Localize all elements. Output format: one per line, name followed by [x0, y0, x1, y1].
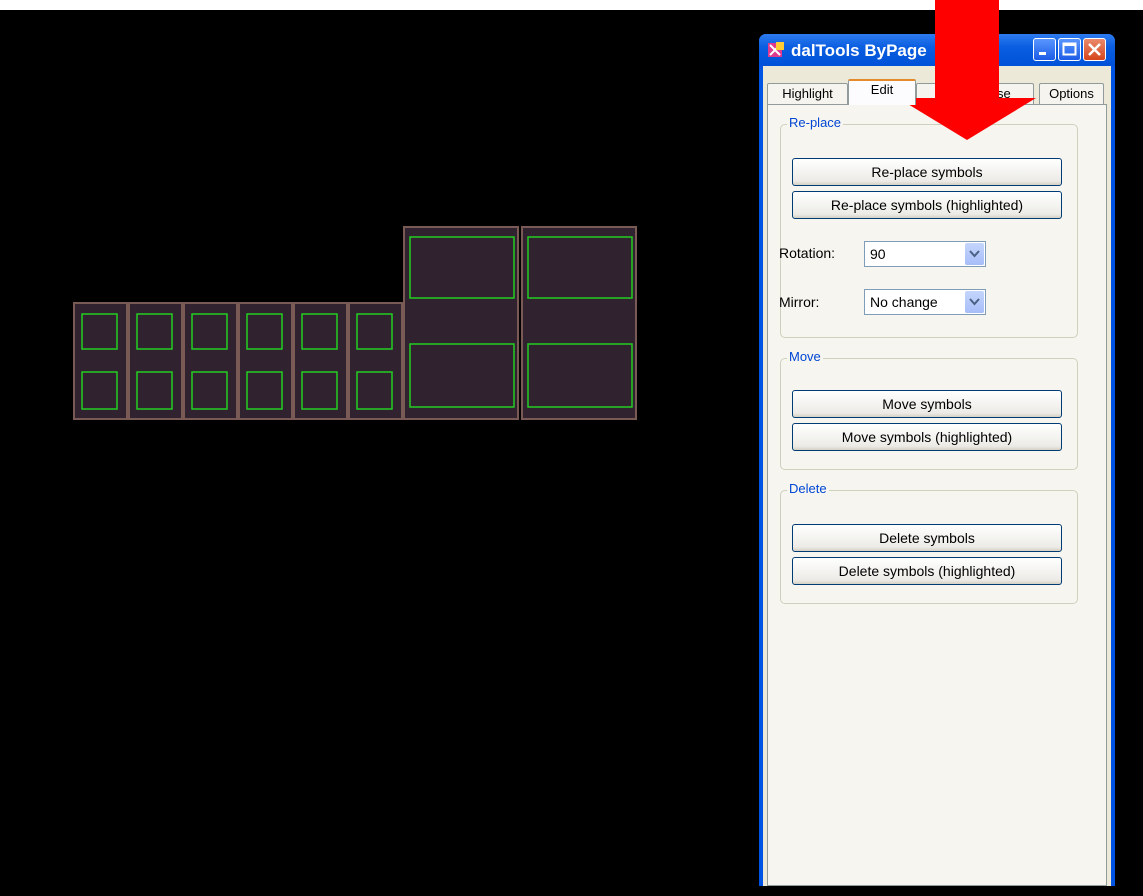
mirror-dropdown-button[interactable] [965, 291, 984, 313]
move-group-label: Move [787, 349, 823, 364]
chevron-down-icon [969, 298, 980, 306]
delete-symbols-highlighted-button[interactable]: Delete symbols (highlighted) [792, 557, 1062, 585]
rotation-label: Rotation: [779, 245, 836, 261]
tab-edit[interactable]: Edit [848, 79, 916, 105]
chevron-down-icon [969, 250, 980, 258]
delete-group: Delete Delete symbols Delete symbols (hi… [780, 481, 1078, 604]
move-symbols-highlighted-button[interactable]: Move symbols (highlighted) [792, 423, 1062, 451]
delete-group-label: Delete [787, 481, 829, 496]
rotation-select[interactable]: 90 [864, 241, 986, 267]
red-arrow-icon [898, 0, 1036, 140]
rotation-dropdown-button[interactable] [965, 243, 984, 265]
mirror-label: Mirror: [779, 294, 820, 310]
mirror-value: No change [870, 294, 938, 310]
edit-tab-panel: Re-place Re-place symbols Re-place symbo… [767, 104, 1107, 886]
delete-symbols-button[interactable]: Delete symbols [792, 524, 1062, 552]
move-symbols-button[interactable]: Move symbols [792, 390, 1062, 418]
mirror-select[interactable]: No change [864, 289, 986, 315]
large-symbol[interactable] [521, 226, 637, 420]
rotation-value: 90 [870, 246, 886, 262]
move-group: Move Move symbols Move symbols (highligh… [780, 349, 1078, 470]
large-symbol[interactable] [403, 226, 519, 420]
